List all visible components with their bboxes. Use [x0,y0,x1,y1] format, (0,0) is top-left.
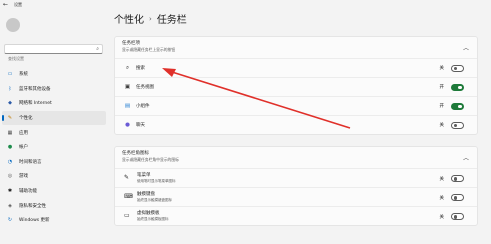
sidebar-item-label: 蓝牙和其他设备 [19,86,51,92]
gamepad-icon: ◎ [7,173,13,180]
sidebar-item[interactable]: ✎ 个性化 [2,110,106,126]
toggle-switch[interactable] [451,102,464,110]
search-box[interactable]: ⌕ [4,44,103,63]
chevron-up-icon[interactable]: ︿ [463,153,469,162]
shield-icon: ◈ [8,202,12,209]
sidebar-item-label: 个性化 [19,116,33,122]
setting-label: 触摸键盘 [137,192,155,197]
search-icon: ⌕ [125,64,130,71]
sidebar-item-label: 辅助功能 [19,189,37,195]
toggle-switch[interactable] [451,194,464,201]
sidebar: ⌕ ▭ 系统 ᛒ 蓝牙和其他设备 ◆ 网络和 Internet ✎ 个性化 ▦ 应用 ● 帐户 ◔ 时间和… [0,14,108,244]
sidebar-nav: ▭ 系统 ᛒ 蓝牙和其他设备 ◆ 网络和 Internet ✎ 个性化 ▦ 应用 ● 帐户 ◔ 时间和语言… [2,67,106,228]
touchpad-icon: ▭ [124,212,130,219]
toggle-state-label: 关 [439,177,445,182]
person-icon: ● [7,144,13,151]
card-subtitle: 显示或隐藏任务栏上显示的按钮 [122,47,176,52]
sidebar-item[interactable]: ✱ 辅助功能 [2,184,106,199]
card-title: 任务栏角图标 [122,151,149,156]
sidebar-item[interactable]: ◈ 隐私和安全性 [2,198,106,213]
toggle-state-label: 关 [439,123,445,128]
app-title: 设置 [14,2,22,7]
setting-row: ● 聊天 关 [115,115,477,134]
sidebar-item-label: 系统 [19,72,28,78]
setting-label: 笔菜单 [137,173,151,178]
sidebar-item-label: 游戏 [19,174,28,180]
toggle-state-label: 开 [439,85,445,90]
sidebar-item-label: 时间和语言 [19,159,42,165]
bluetooth-icon: ᛒ [8,85,12,92]
avatar[interactable] [6,18,20,32]
setting-label: 任务视图 [136,85,154,90]
sidebar-item-label: 应用 [19,130,28,136]
sidebar-item[interactable]: ▭ 系统 [2,67,106,82]
sidebar-item[interactable]: ◎ 游戏 [2,169,106,184]
corner-icons-card: 任务栏角图标 显示或隐藏任务栏角中显示的图标 ︿ ✎ 笔菜单 使用笔时显示笔菜单图标… [114,146,478,226]
keyboard-icon: ⌨ [124,193,133,200]
setting-description: 使用笔时显示笔菜单图标 [137,179,176,183]
card-title: 任务栏项 [122,41,140,46]
chat-icon: ● [125,122,130,128]
setting-row: ⌨ 触摸键盘 始终显示触摸键盘图标 关 [115,187,477,206]
setting-row: ▭ 虚拟触摸板 始终显示触摸板图标 关 [115,206,477,225]
setting-row: ⌕ 搜索 关 [115,58,477,77]
setting-label: 搜索 [136,66,145,71]
setting-label: 聊天 [136,123,145,128]
monitor-icon: ▭ [7,71,13,78]
toggle-switch[interactable] [451,213,464,220]
setting-description: 始终显示触摸键盘图标 [137,198,172,202]
toggle-state-label: 开 [439,104,445,109]
setting-label: 小组件 [136,104,150,109]
chevron-up-icon[interactable]: ︿ [463,43,469,52]
sidebar-item-label: 网络和 Internet [19,101,52,107]
card-subtitle: 显示或隐藏任务栏角中显示的图标 [122,157,179,162]
page-title: 任务栏 [156,15,187,26]
taskbar-items-header[interactable]: 任务栏项 显示或隐藏任务栏上显示的按钮 ︿ [115,37,477,58]
update-icon: ↻ [7,217,13,224]
corner-icons-header[interactable]: 任务栏角图标 显示或隐藏任务栏角中显示的图标 ︿ [115,147,477,168]
globe-clock-icon: ◔ [7,158,13,165]
pen-icon: ✎ [124,174,130,181]
sidebar-item[interactable]: ↻ Windows 更新 [2,213,106,228]
main-content: 个性化 › 任务栏 任务栏项 显示或隐藏任务栏上显示的按钮 ︿ ⌕ 搜索关 ▣ 任务视… [114,0,491,244]
sidebar-item-label: Windows 更新 [19,218,50,224]
breadcrumb-separator: › [149,14,152,23]
setting-row: ▤ 小组件 开 [115,96,477,115]
setting-label: 虚拟触摸板 [137,211,160,216]
breadcrumb-parent[interactable]: 个性化 [114,11,144,26]
sidebar-item[interactable]: ◆ 网络和 Internet [2,96,106,111]
toggle-switch[interactable] [451,64,464,72]
apps-icon: ▦ [7,129,13,136]
taskbar-items-card: 任务栏项 显示或隐藏任务栏上显示的按钮 ︿ ⌕ 搜索关 ▣ 任务视图开 ▤ 小组件开 ● 聊天… [114,36,478,135]
sidebar-item[interactable]: ● 帐户 [2,140,106,155]
search-input[interactable] [5,54,90,63]
breadcrumb: 个性化 › 任务栏 [114,11,187,27]
toggle-switch[interactable] [451,83,464,91]
sidebar-item-label: 帐户 [19,145,28,151]
back-arrow-icon[interactable]: ← [3,1,8,8]
toggle-switch[interactable] [451,121,464,129]
network-icon: ◆ [8,100,12,107]
setting-row: ▣ 任务视图 开 [115,77,477,96]
setting-row: ✎ 笔菜单 使用笔时显示笔菜单图标 关 [115,168,477,187]
setting-description: 始终显示触摸板图标 [137,217,169,221]
search-icon[interactable]: ⌕ [96,46,99,52]
sidebar-item-label: 隐私和安全性 [19,203,46,209]
accessibility-icon: ✱ [7,188,13,195]
toggle-state-label: 关 [439,215,445,220]
sidebar-item[interactable]: ᛒ 蓝牙和其他设备 [2,82,106,97]
toggle-state-label: 关 [439,196,445,201]
toggle-switch[interactable] [451,175,464,182]
task-view-icon: ▣ [124,84,131,90]
widgets-icon: ▤ [124,103,131,109]
brush-icon: ✎ [7,115,13,122]
toggle-state-label: 关 [439,66,445,71]
sidebar-item[interactable]: ▦ 应用 [2,125,106,140]
sidebar-item[interactable]: ◔ 时间和语言 [2,155,106,170]
